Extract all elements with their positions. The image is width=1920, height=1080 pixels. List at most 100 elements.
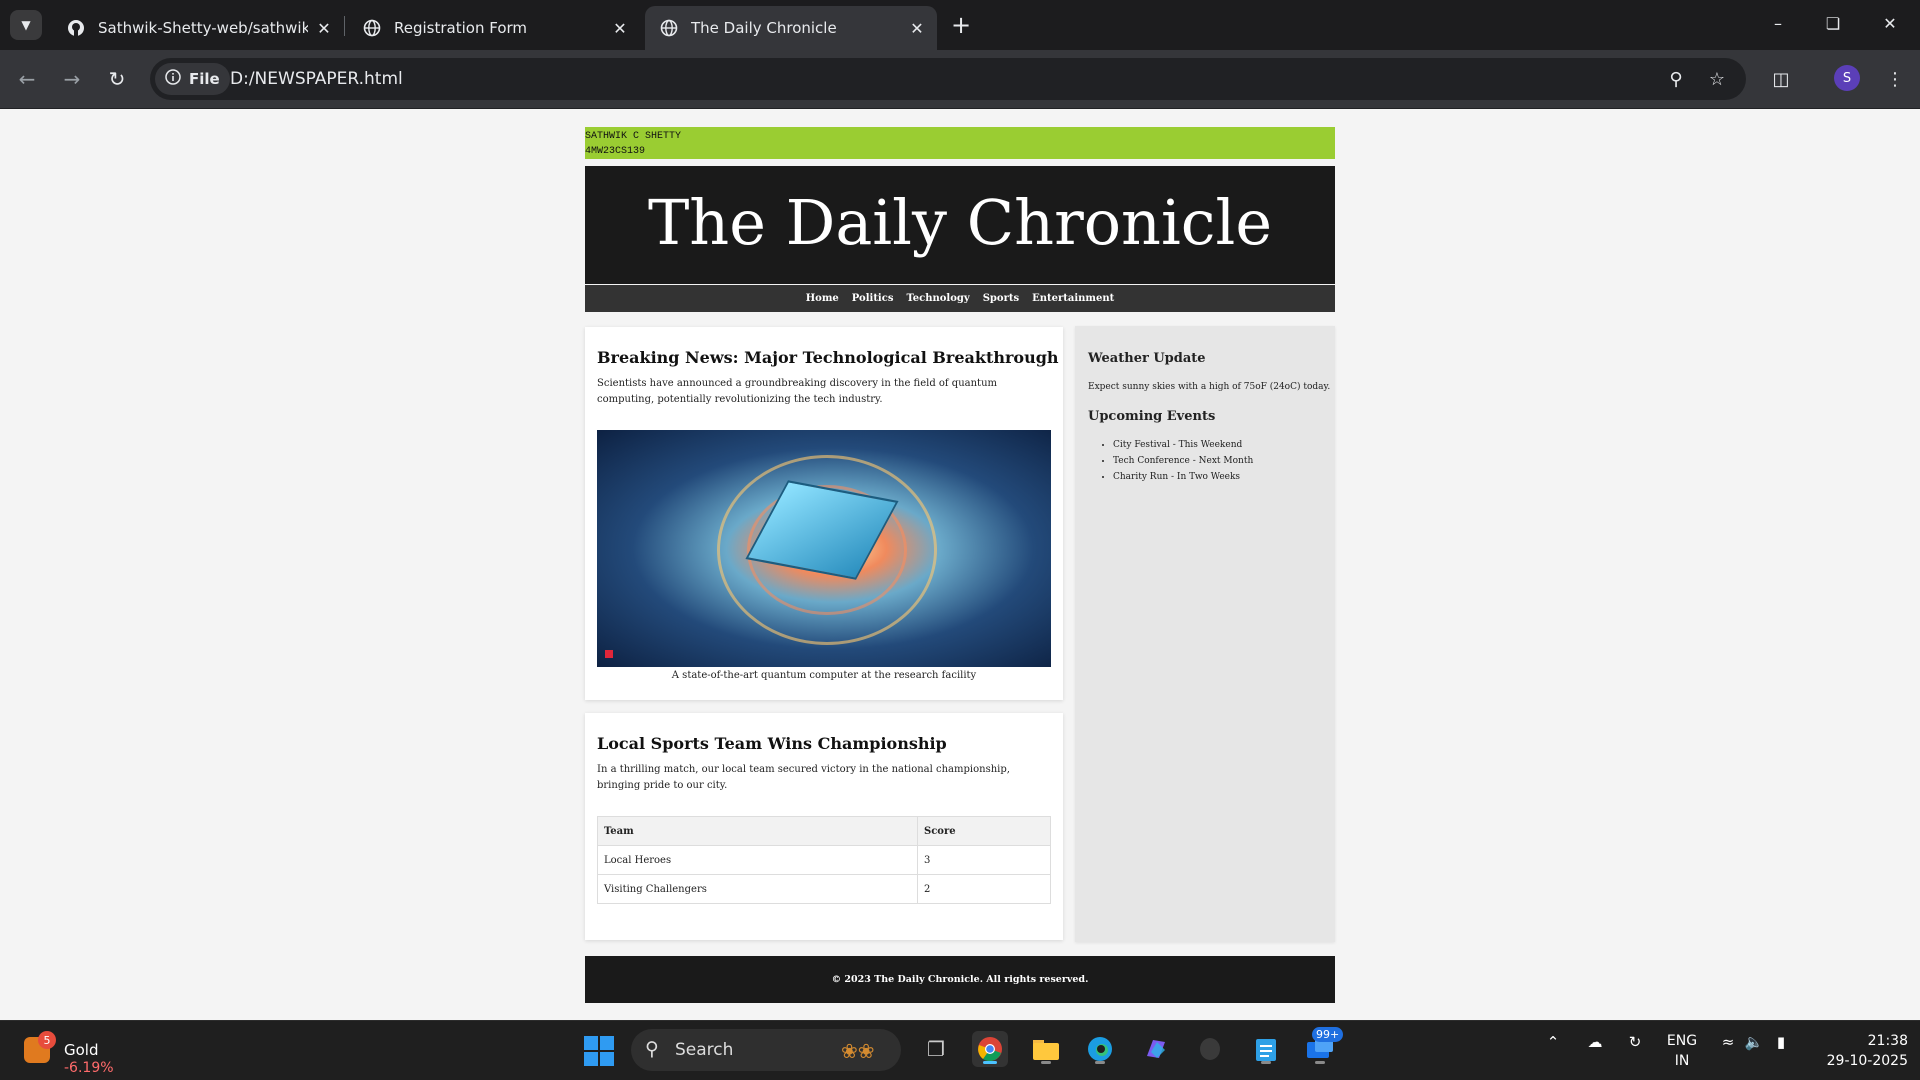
stocks-widget[interactable]: 5 Gold -6.19% (24, 1031, 144, 1076)
folder-glyph (1033, 1040, 1059, 1060)
events-heading: Upcoming Events (1088, 409, 1216, 424)
extensions-icon[interactable]: ◫ (1766, 64, 1796, 94)
masthead-title: The Daily Chronicle (647, 186, 1273, 259)
back-button[interactable]: ← (12, 64, 42, 94)
chevron-up-icon[interactable]: ⌃ (1543, 1033, 1563, 1051)
nav-link-technology[interactable]: Technology (906, 293, 969, 304)
volume-icon[interactable]: 🔈 (1743, 1033, 1765, 1051)
nav-link-entertainment[interactable]: Entertainment (1032, 293, 1114, 304)
page-viewport: SATHWIK C SHETTY 4MW23CS139 The Daily Ch… (0, 109, 1920, 1020)
menu-kebab-icon[interactable]: ⋮ (1880, 64, 1910, 94)
system-clock[interactable]: 21:38 29-10-2025 (1808, 1031, 1908, 1071)
close-icon[interactable]: ✕ (610, 18, 630, 38)
app-icon-dark[interactable] (1192, 1031, 1228, 1067)
chrome-logo (978, 1037, 1002, 1062)
file-explorer-icon[interactable] (1028, 1031, 1064, 1067)
sync-icon[interactable]: ↻ (1622, 1033, 1648, 1051)
url-text[interactable]: D:/NEWSPAPER.html (230, 69, 403, 89)
profile-avatar[interactable]: S (1834, 65, 1860, 91)
widget-name: Gold (64, 1041, 99, 1059)
bookmark-star-icon[interactable]: ☆ (1705, 67, 1729, 91)
image-caption: A state-of-the-art quantum computer at t… (671, 670, 977, 681)
search-label: Search (675, 1040, 734, 1060)
search-highlight-icon: ❀❀ (841, 1039, 875, 1063)
reload-icon: ↻ (108, 67, 126, 91)
language-indicator[interactable]: ENG IN (1662, 1031, 1702, 1071)
tab-title: The Daily Chronicle (691, 19, 837, 37)
tab-divider (344, 16, 345, 36)
restore-icon: ❏ (1825, 13, 1841, 33)
globe-icon (362, 18, 382, 38)
browser-chrome: ▼ Sathwik-Shetty-web/sathwik.htm ✕ Regis… (0, 0, 1920, 109)
weather-text: Expect sunny skies with a high of 75oF (… (1088, 382, 1331, 392)
minimize-icon: – (1774, 13, 1782, 33)
tab-daily-chronicle[interactable]: The Daily Chronicle ✕ (645, 6, 937, 50)
m365-icon[interactable] (1138, 1031, 1174, 1067)
notepad-icon[interactable] (1248, 1031, 1284, 1067)
nav-link-sports[interactable]: Sports (983, 293, 1019, 304)
zoom-icon[interactable]: ⚲ (1664, 67, 1688, 91)
chip-label: File (189, 70, 220, 88)
tab-title: Sathwik-Shetty-web/sathwik.htm (98, 19, 308, 37)
running-indicator (983, 1061, 997, 1064)
column-header-team: Team (597, 816, 918, 846)
table-header-row: Team Score (597, 816, 1051, 846)
search-icon: ⚲ (645, 1038, 659, 1060)
reload-button[interactable]: ↻ (102, 64, 132, 94)
task-view-glyph: ❐ (927, 1037, 945, 1061)
clock-date: 29-10-2025 (1826, 1053, 1908, 1069)
article-sports: Local Sports Team Wins Championship In a… (585, 713, 1063, 940)
restore-button[interactable]: ❏ (1813, 8, 1853, 38)
forward-button[interactable]: → (57, 64, 87, 94)
weather-heading: Weather Update (1088, 351, 1206, 366)
tab-title: Registration Form (394, 19, 528, 37)
lang-line1: ENG (1666, 1033, 1698, 1049)
nav-link-politics[interactable]: Politics (852, 293, 894, 304)
close-icon: ✕ (1883, 13, 1897, 33)
battery-icon[interactable]: ▮ (1768, 1033, 1794, 1051)
image-watermark (605, 650, 613, 658)
student-name: SATHWIK C SHETTY (585, 131, 682, 142)
wifi-icon[interactable]: ≈ (1717, 1033, 1739, 1051)
article-breaking-news: Breaking News: Major Technological Break… (585, 327, 1063, 700)
page-footer: © 2023 The Daily Chronicle. All rights r… (585, 956, 1335, 1003)
table-row: Visiting Challengers 2 (597, 874, 1051, 904)
masthead: The Daily Chronicle (585, 166, 1335, 284)
running-indicator (1261, 1061, 1271, 1064)
windows-logo-pane (584, 1052, 598, 1066)
site-info-chip[interactable]: File (155, 63, 230, 95)
nav-link-home[interactable]: Home (806, 293, 839, 304)
github-icon (66, 18, 86, 38)
new-tab-button[interactable]: + (948, 11, 974, 39)
chrome-icon[interactable] (972, 1031, 1008, 1067)
tab-github[interactable]: Sathwik-Shetty-web/sathwik.htm ✕ (52, 6, 344, 50)
tab-search-button[interactable]: ▼ (10, 10, 42, 40)
sidebar: Weather Update Expect sunny skies with a… (1075, 326, 1335, 942)
plus-icon: + (950, 11, 972, 39)
onedrive-cloud-icon[interactable]: ☁ (1582, 1033, 1608, 1051)
events-list: City Festival - This Weekend Tech Confer… (1113, 437, 1253, 485)
tab-strip: ▼ Sathwik-Shetty-web/sathwik.htm ✕ Regis… (0, 0, 1920, 50)
table-cell-team: Local Heroes (597, 845, 918, 875)
address-bar[interactable]: File D:/NEWSPAPER.html ⚲ ☆ (150, 58, 1746, 100)
student-id-bar: SATHWIK C SHETTY 4MW23CS139 (585, 127, 1335, 159)
article-body: In a thrilling match, our local team sec… (597, 764, 1010, 791)
start-button[interactable] (584, 1036, 614, 1066)
edge-icon[interactable] (1082, 1031, 1118, 1067)
tab-registration-form[interactable]: Registration Form ✕ (348, 6, 640, 50)
close-icon[interactable]: ✕ (314, 18, 334, 38)
task-view-icon[interactable]: ❐ (918, 1031, 954, 1067)
close-icon[interactable]: ✕ (907, 18, 927, 38)
table-cell-score: 3 (917, 845, 1051, 875)
article-heading: Breaking News: Major Technological Break… (597, 348, 1059, 367)
main-nav: Home Politics Technology Sports Entertai… (585, 285, 1335, 312)
close-window-button[interactable]: ✕ (1870, 8, 1910, 38)
list-item: City Festival - This Weekend (1113, 437, 1253, 453)
minimize-button[interactable]: – (1758, 8, 1798, 38)
running-indicator (1315, 1061, 1325, 1064)
taskbar-search[interactable]: ⚲ Search ❀❀ (631, 1029, 901, 1071)
widget-badge: 5 (38, 1031, 56, 1049)
widget-change: -6.19% (64, 1060, 114, 1076)
table-cell-team: Visiting Challengers (597, 874, 918, 904)
windows-logo-icon (584, 1036, 598, 1050)
